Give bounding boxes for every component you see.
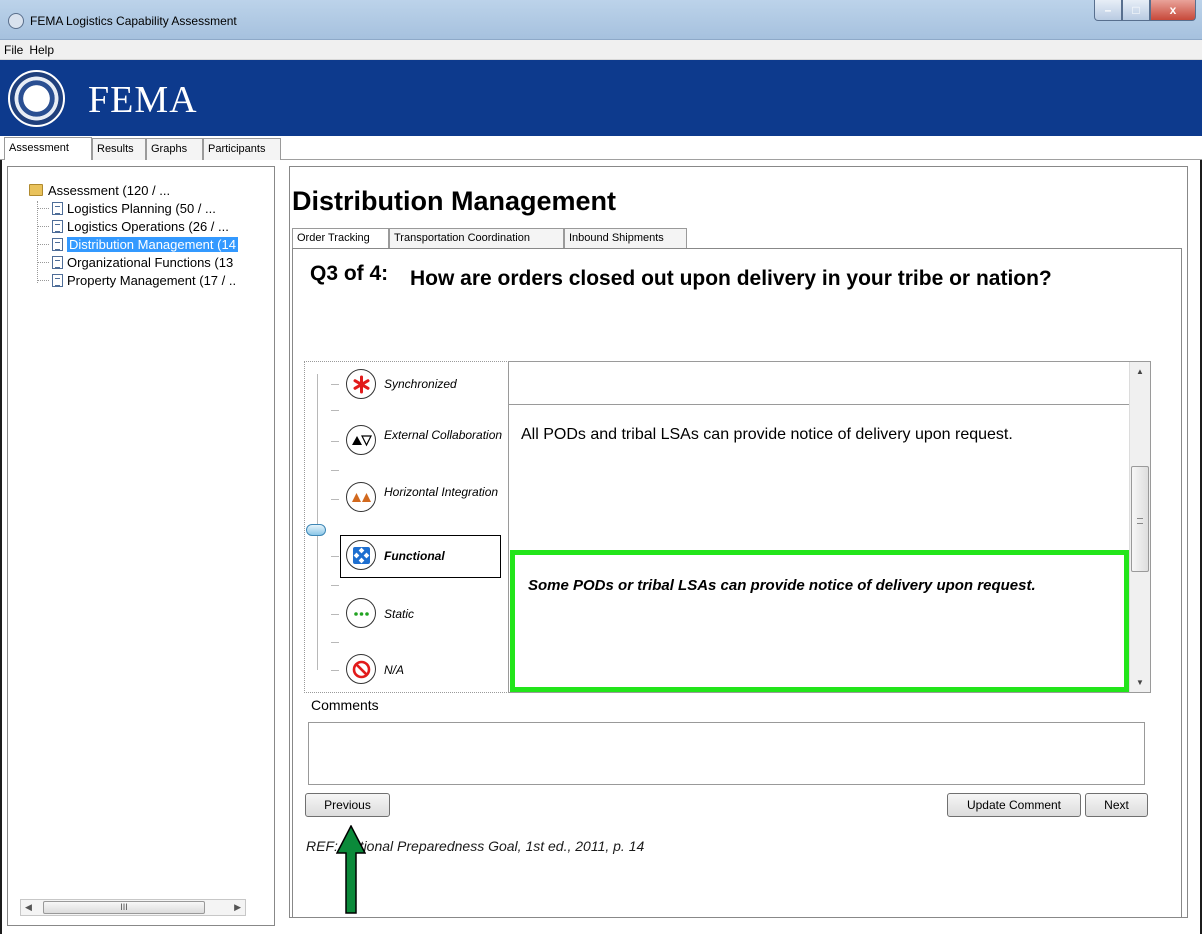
tree-connector — [37, 226, 49, 227]
document-icon — [52, 237, 63, 251]
dhs-seal-icon — [8, 70, 65, 127]
tree-item-label: Logistics Planning (50 / ... — [67, 200, 216, 216]
close-icon: x — [1169, 3, 1177, 17]
minimize-icon: – — [1104, 3, 1112, 17]
document-icon — [52, 273, 63, 287]
scroll-right-icon[interactable]: ▶ — [234, 902, 241, 913]
tree-item-logistics-planning[interactable]: Logistics Planning (50 / ... — [52, 200, 216, 216]
folder-icon — [29, 184, 43, 196]
menu-file[interactable]: File — [4, 43, 23, 57]
level-na[interactable]: N/A — [384, 664, 404, 676]
maximize-icon: □ — [1132, 3, 1140, 17]
tree-item-label: Logistics Operations (26 / ... — [67, 218, 229, 234]
tree-connector — [37, 262, 49, 263]
level-tick — [331, 384, 339, 385]
tree-item-label: Assessment (120 / ... — [48, 182, 171, 198]
level-horizontal-integration[interactable]: Horizontal Integration — [384, 486, 498, 498]
tree-connector — [37, 201, 38, 283]
comments-label: Comments — [311, 697, 379, 713]
tab-order-tracking[interactable]: Order Tracking — [292, 228, 389, 249]
tree-connector — [37, 244, 49, 245]
update-comment-button[interactable]: Update Comment — [947, 793, 1081, 817]
description-functional: Some PODs or tribal LSAs can provide not… — [528, 577, 1036, 594]
fema-banner: FEMA — [0, 60, 1202, 136]
diamond-icon[interactable] — [346, 540, 376, 570]
window-title-bar: FEMA Logistics Capability Assessment – □… — [0, 0, 1202, 40]
level-tick — [331, 556, 339, 557]
comments-textarea[interactable] — [308, 722, 1145, 785]
brand-logo-text: FEMA — [88, 79, 198, 121]
prohibited-icon[interactable] — [346, 654, 376, 684]
description-external-collaboration: All PODs and tribal LSAs can provide not… — [521, 426, 1013, 443]
tree-item-label: Organizational Functions (13 — [67, 254, 234, 270]
scrollbar-grip-icon — [1137, 518, 1143, 524]
level-synchronized[interactable]: Synchronized — [384, 378, 457, 390]
tab-assessment[interactable]: Assessment — [4, 137, 92, 160]
scrollbar-thumb[interactable] — [1131, 466, 1149, 572]
tree-item-assessment[interactable]: Assessment (120 / ... — [29, 182, 170, 198]
scroll-down-icon[interactable]: ▼ — [1136, 678, 1144, 687]
tree-item-distribution-management[interactable]: Distribution Management (14 — [52, 236, 238, 252]
scroll-left-icon[interactable]: ◀ — [25, 902, 32, 913]
level-slider-track[interactable] — [317, 374, 318, 670]
menu-help[interactable]: Help — [29, 43, 54, 57]
close-button[interactable]: x — [1150, 0, 1196, 21]
level-tick — [331, 470, 339, 471]
tab-participants[interactable]: Participants — [203, 138, 281, 160]
tab-results[interactable]: Results — [92, 138, 146, 160]
minimize-button[interactable]: – — [1094, 0, 1122, 21]
document-icon — [52, 201, 63, 215]
annotation-up-arrow-icon — [336, 825, 366, 914]
level-tick — [331, 499, 339, 500]
question-number: Q3 of 4: — [310, 262, 389, 285]
description-vertical-scrollbar[interactable]: ▲ ▼ — [1129, 362, 1150, 692]
level-slider-handle[interactable] — [306, 524, 326, 536]
tree-item-label: Distribution Management (14 — [67, 236, 238, 252]
window-border-left — [0, 160, 2, 934]
level-tick — [331, 642, 339, 643]
tree-item-property-management[interactable]: Property Management (17 / .. — [52, 272, 236, 288]
level-functional[interactable]: Functional — [384, 550, 445, 562]
tree-item-label: Property Management (17 / .. — [67, 272, 237, 288]
level-tick — [331, 585, 339, 586]
triangles-icon[interactable] — [346, 425, 376, 455]
tree-connector — [37, 280, 49, 281]
page-title: Distribution Management — [292, 186, 617, 216]
level-tick — [331, 410, 339, 411]
orange-triangles-icon[interactable] — [346, 482, 376, 512]
previous-button[interactable]: Previous — [305, 793, 390, 817]
tab-inbound-shipments[interactable]: Inbound Shipments — [564, 228, 687, 248]
app-seal-icon — [8, 13, 24, 29]
dots-icon[interactable] — [346, 598, 376, 628]
document-icon — [52, 255, 63, 269]
level-tick — [331, 441, 339, 442]
tree-item-organizational-functions[interactable]: Organizational Functions (13 — [52, 254, 233, 270]
level-tick — [331, 670, 339, 671]
scroll-up-icon[interactable]: ▲ — [1136, 367, 1144, 376]
tree-horizontal-scrollbar[interactable]: ◀ III ▶ — [20, 899, 246, 916]
asterisk-icon[interactable] — [346, 369, 376, 399]
menu-bar: File Help — [0, 40, 1202, 60]
window-title: FEMA Logistics Capability Assessment — [30, 14, 237, 28]
tab-graphs[interactable]: Graphs — [146, 138, 203, 160]
level-static[interactable]: Static — [384, 608, 414, 620]
tab-transportation-coordination[interactable]: Transportation Coordination — [389, 228, 564, 248]
document-icon — [52, 219, 63, 233]
description-divider — [508, 404, 1129, 405]
question-text: How are orders closed out upon delivery … — [410, 267, 1052, 290]
tree-item-logistics-operations[interactable]: Logistics Operations (26 / ... — [52, 218, 229, 234]
main-tab-strip: Assessment Results Graphs Participants — [0, 136, 1202, 160]
scrollbar-thumb[interactable]: III — [43, 901, 205, 914]
tree-connector — [37, 208, 49, 209]
selected-description-box — [510, 550, 1129, 692]
maximize-button[interactable]: □ — [1122, 0, 1150, 21]
level-external-collaboration[interactable]: External Collaboration — [384, 429, 502, 441]
level-tick — [331, 614, 339, 615]
next-button[interactable]: Next — [1085, 793, 1148, 817]
window-controls: – □ x — [1094, 0, 1196, 22]
